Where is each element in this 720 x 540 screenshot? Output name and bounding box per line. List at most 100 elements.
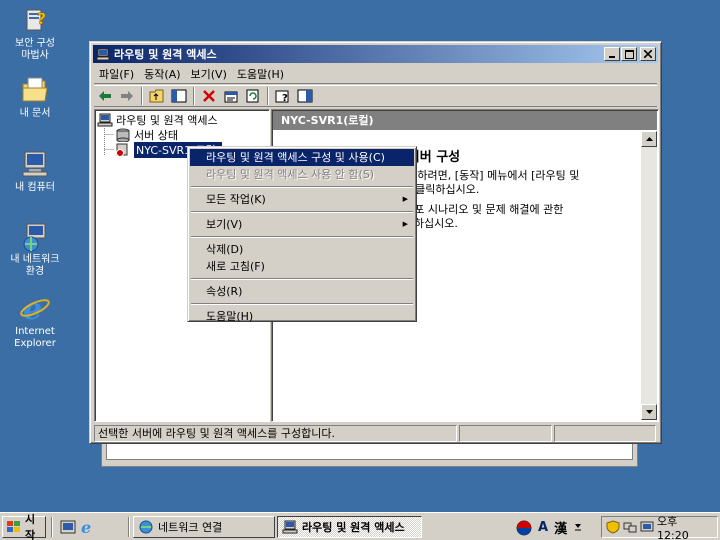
quicklaunch-ie-icon[interactable]: e bbox=[80, 518, 96, 537]
context-menu: 라우팅 및 원격 액세스 구성 및 사용(C) 라우팅 및 원격 액세스 사용 … bbox=[187, 146, 417, 325]
delete-button[interactable] bbox=[198, 86, 220, 106]
back-arrow-icon bbox=[99, 91, 111, 101]
my-documents-icon bbox=[19, 74, 51, 106]
rras-app-icon bbox=[96, 47, 110, 61]
close-button[interactable] bbox=[640, 47, 656, 61]
server-status-icon bbox=[115, 128, 131, 142]
korean-ime-icon bbox=[516, 520, 532, 535]
title-bar[interactable]: 라우팅 및 원격 액세스 bbox=[93, 45, 658, 63]
status-text: 선택한 서버에 라우팅 및 원격 액세스를 구성합니다. bbox=[94, 425, 457, 442]
menu-separator bbox=[191, 303, 413, 305]
menu-separator bbox=[191, 211, 413, 213]
ime-hanja[interactable]: 漢 bbox=[554, 518, 567, 537]
scroll-down-arrow-icon bbox=[645, 410, 653, 414]
menu-separator bbox=[191, 236, 413, 238]
desktop-icon-my-documents[interactable]: 내 문서 bbox=[0, 74, 70, 120]
ime-mode-a[interactable]: A bbox=[538, 520, 548, 535]
maximize-icon bbox=[624, 49, 634, 59]
refresh-button[interactable] bbox=[242, 86, 264, 106]
tree-item-server-status[interactable]: 서버 상태 bbox=[115, 127, 178, 142]
up-level-button[interactable] bbox=[146, 86, 168, 106]
desktop-icon-label: 내 네트워크 환경 bbox=[10, 254, 60, 277]
monitor-tray-icon[interactable] bbox=[640, 520, 654, 534]
menu-item-properties[interactable]: 속성(R) bbox=[190, 283, 414, 300]
submenu-arrow-icon: ▶ bbox=[402, 195, 408, 203]
toolbar-separator bbox=[193, 87, 195, 105]
security-shield-icon[interactable] bbox=[606, 520, 620, 534]
desktop-icon-network[interactable]: 내 네트워크 환경 bbox=[0, 220, 70, 278]
submenu-arrow-icon: ▶ bbox=[402, 220, 408, 228]
tree-label: 라우팅 및 원격 액세스 bbox=[116, 113, 218, 127]
menu-item-refresh[interactable]: 새로 고침(F) bbox=[190, 258, 414, 275]
windows-logo-icon bbox=[6, 520, 22, 534]
desktop-icon-internet-explorer[interactable]: e Internet Explorer bbox=[0, 292, 70, 350]
status-bar: 선택한 서버에 라우팅 및 원격 액세스를 구성합니다. bbox=[94, 425, 657, 442]
taskbar: 시작 e 네트워크 연결 라우팅 및 원격 액세스 A 漢 오후 12:20 bbox=[0, 512, 720, 540]
menu-item-view[interactable]: 보기(V) ▶ bbox=[190, 216, 414, 233]
desktop-icon-label: 내 컴퓨터 bbox=[15, 182, 55, 193]
status-panel-3 bbox=[554, 425, 656, 442]
scroll-down-button[interactable] bbox=[641, 404, 657, 420]
detail-scrollbar[interactable] bbox=[641, 131, 657, 420]
language-bar[interactable]: A 漢 bbox=[516, 518, 583, 537]
rras-task-icon bbox=[282, 519, 298, 535]
menu-view[interactable]: 보기(V) bbox=[186, 66, 232, 83]
properties-button[interactable] bbox=[220, 86, 242, 106]
help-button[interactable]: ? bbox=[272, 86, 294, 106]
menu-item-all-tasks[interactable]: 모든 작업(K) ▶ bbox=[190, 191, 414, 208]
my-computer-icon bbox=[19, 148, 51, 180]
scroll-up-arrow-icon bbox=[645, 137, 653, 141]
close-icon bbox=[644, 50, 652, 58]
menu-separator bbox=[191, 278, 413, 280]
desktop-icon-label: 내 문서 bbox=[19, 108, 51, 119]
menu-action[interactable]: 동작(A) bbox=[139, 66, 185, 83]
toolbar: ? bbox=[94, 85, 657, 107]
task-label: 라우팅 및 원격 액세스 bbox=[302, 521, 405, 534]
menu-help[interactable]: 도움말(H) bbox=[232, 66, 289, 83]
network-places-icon bbox=[19, 220, 51, 252]
delete-x-icon bbox=[203, 90, 215, 102]
svg-text:?: ? bbox=[37, 9, 46, 28]
console-tree-icon bbox=[171, 89, 187, 103]
menu-file[interactable]: 파일(F) bbox=[94, 66, 139, 83]
server-stopped-icon bbox=[115, 143, 131, 157]
forward-arrow-icon bbox=[121, 91, 133, 101]
taskbar-divider bbox=[128, 517, 130, 537]
menu-item-delete[interactable]: 삭제(D) bbox=[190, 241, 414, 258]
scroll-up-button[interactable] bbox=[641, 131, 657, 147]
forward-button[interactable] bbox=[116, 86, 138, 106]
show-desktop-icon[interactable] bbox=[60, 519, 76, 535]
status-panel-2 bbox=[459, 425, 552, 442]
menu-item-configure-enable[interactable]: 라우팅 및 원격 액세스 구성 및 사용(C) bbox=[190, 149, 414, 166]
ime-options-icon[interactable] bbox=[573, 520, 583, 536]
maximize-button[interactable] bbox=[621, 47, 637, 61]
system-tray: 오후 12:20 bbox=[601, 513, 718, 540]
clock[interactable]: 오후 12:20 bbox=[657, 513, 711, 540]
tree-label: 서버 상태 bbox=[134, 128, 178, 142]
menu-item-label: 모든 작업(K) bbox=[206, 193, 266, 206]
menu-item-help[interactable]: 도움말(H) bbox=[190, 308, 414, 325]
action-pane-button[interactable] bbox=[294, 86, 316, 106]
network-connections-icon bbox=[138, 519, 154, 535]
detail-header: NYC-SVR1(로컬) bbox=[273, 111, 657, 130]
network-tray-icon[interactable] bbox=[623, 520, 637, 534]
tree-item-rras-root[interactable]: 라우팅 및 원격 액세스 bbox=[97, 112, 218, 127]
minimize-button[interactable] bbox=[604, 47, 620, 61]
task-label: 네트워크 연결 bbox=[158, 521, 223, 534]
task-rras[interactable]: 라우팅 및 원격 액세스 bbox=[277, 516, 422, 538]
back-button[interactable] bbox=[94, 86, 116, 106]
start-button[interactable]: 시작 bbox=[2, 513, 46, 540]
action-pane-icon bbox=[297, 89, 313, 103]
desktop-icon-my-computer[interactable]: 내 컴퓨터 bbox=[0, 148, 70, 194]
desktop-icon-security-wizard[interactable]: ? 보안 구성 마법사 bbox=[0, 4, 70, 62]
help-icon: ? bbox=[275, 90, 289, 103]
show-hide-tree-button[interactable] bbox=[168, 86, 190, 106]
desktop-icon-label: Internet Explorer bbox=[14, 326, 56, 349]
folder-up-icon bbox=[149, 89, 164, 103]
toolbar-separator bbox=[141, 87, 143, 105]
svg-text:e: e bbox=[81, 519, 91, 535]
rras-root-icon bbox=[97, 113, 113, 127]
svg-text:?: ? bbox=[282, 93, 288, 103]
task-network-connections[interactable]: 네트워크 연결 bbox=[133, 516, 275, 538]
properties-icon bbox=[224, 91, 238, 103]
